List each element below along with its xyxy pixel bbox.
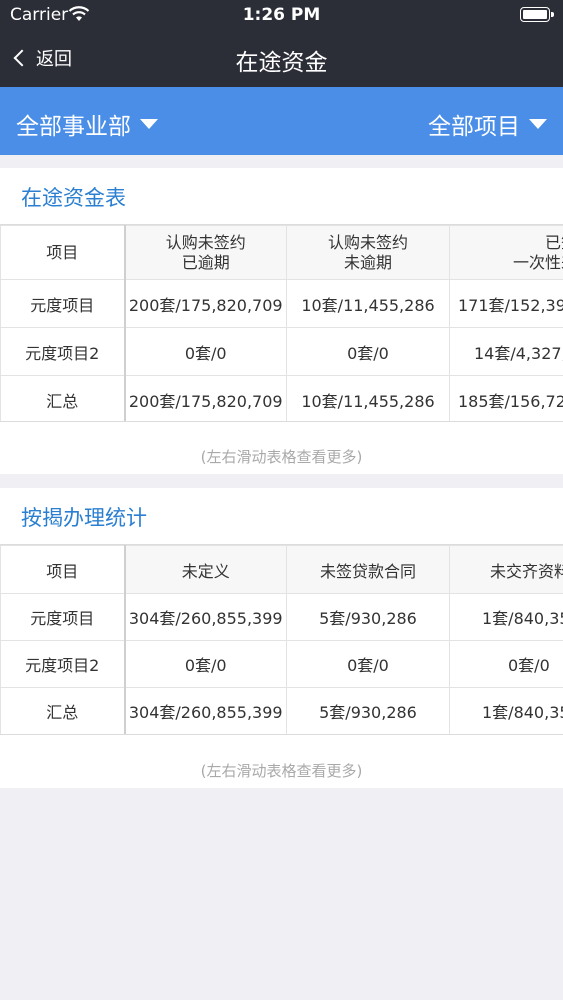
- table-cell: 10套/11,455,286: [286, 279, 450, 328]
- status-bar: Carrier 1:26 PM: [0, 0, 563, 30]
- table-cell: 200套/175,820,709: [124, 279, 287, 328]
- table-cell: 5套/930,286: [286, 687, 450, 734]
- table-cell: 10套/11,455,286: [286, 375, 450, 421]
- table-row[interactable]: 汇总 200套/175,820,709 10套/11,455,286 185套/…: [0, 375, 563, 421]
- clock: 1:26 PM: [242, 5, 321, 25]
- table-row[interactable]: 元度项目2 0套/0 0套/0 0套/0: [0, 640, 563, 688]
- table-row[interactable]: 元度项目2 0套/0 0套/0 14套/4,327,5: [0, 327, 563, 376]
- table-cell: 200套/175,820,709: [124, 375, 287, 421]
- funds-table: 项目 认购未签约已逾期 认购未签约未逾期 已签约一次性差额 元度项目 200套/…: [0, 225, 563, 421]
- table-cell: 304套/260,855,399: [124, 593, 287, 641]
- table-cell: 304套/260,855,399: [124, 687, 287, 734]
- column-header: 未定义: [124, 545, 287, 594]
- table-cell: 元度项目2: [0, 327, 126, 376]
- column-header: 未签贷款合同: [286, 545, 450, 594]
- table-cell: 0套/0: [124, 640, 287, 688]
- page-title: 在途资金: [235, 50, 328, 76]
- table-cell: 汇总: [0, 375, 126, 421]
- funds-in-transit-card: 在途资金表 项目 认购未签约已逾期 认购未签约未逾期 已签约一次性差额 元度项目…: [0, 168, 563, 474]
- mortgage-stats-card: 按揭办理统计 项目 未定义 未签贷款合同 未交齐资料 元度项目 304套/260…: [0, 488, 563, 788]
- department-label: 全部事业部: [16, 114, 131, 140]
- table-cell: 1套/840,35: [449, 593, 563, 641]
- table-cell: 14套/4,327,5: [449, 327, 563, 376]
- column-header: 已签约一次性差额: [449, 225, 563, 280]
- battery-icon: [520, 7, 554, 22]
- project-dropdown[interactable]: 全部项目: [428, 107, 547, 141]
- triangle-down-icon: [140, 119, 158, 129]
- table-header-row: 项目 认购未签约已逾期 认购未签约未逾期 已签约一次性差额: [0, 225, 563, 280]
- table-cell: 1套/840,35: [449, 687, 563, 734]
- table-cell: 元度项目: [0, 593, 126, 641]
- table-cell: 0套/0: [449, 640, 563, 688]
- column-header: 项目: [0, 545, 126, 594]
- table-cell: 0套/0: [286, 640, 450, 688]
- table-cell: 171套/152,395: [449, 279, 563, 328]
- funds-table-scroll[interactable]: 项目 认购未签约已逾期 认购未签约未逾期 已签约一次性差额 元度项目 200套/…: [0, 224, 563, 422]
- table-row[interactable]: 汇总 304套/260,855,399 5套/930,286 1套/840,35: [0, 687, 563, 734]
- filter-bar: 全部事业部 全部项目: [0, 87, 563, 155]
- project-label: 全部项目: [428, 114, 520, 140]
- column-header: 认购未签约 已逾期: [124, 225, 287, 280]
- table-row[interactable]: 元度项目 304套/260,855,399 5套/930,286 1套/840,…: [0, 593, 563, 641]
- column-header: 项目: [0, 225, 126, 280]
- table-row[interactable]: 元度项目 200套/175,820,709 10套/11,455,286 171…: [0, 279, 563, 328]
- mortgage-table-scroll[interactable]: 项目 未定义 未签贷款合同 未交齐资料 元度项目 304套/260,855,39…: [0, 544, 563, 735]
- mortgage-table: 项目 未定义 未签贷款合同 未交齐资料 元度项目 304套/260,855,39…: [0, 545, 563, 734]
- section-title: 在途资金表: [21, 186, 126, 210]
- table-cell: 185套/156,723: [449, 375, 563, 421]
- column-header: 认购未签约 未逾期: [286, 225, 450, 280]
- table-cell: 5套/930,286: [286, 593, 450, 641]
- nav-bar: 返回 在途资金: [0, 30, 563, 87]
- scroll-hint: (左右滑动表格查看更多): [200, 762, 363, 780]
- section-title: 按揭办理统计: [21, 506, 147, 530]
- scroll-hint: (左右滑动表格查看更多): [200, 448, 363, 466]
- table-cell: 元度项目: [0, 279, 126, 328]
- department-dropdown[interactable]: 全部事业部: [16, 107, 158, 141]
- table-cell: 元度项目2: [0, 640, 126, 688]
- column-header: 未交齐资料: [449, 545, 563, 594]
- table-cell: 0套/0: [286, 327, 450, 376]
- triangle-down-icon: [529, 119, 547, 129]
- table-cell: 0套/0: [124, 327, 287, 376]
- table-header-row: 项目 未定义 未签贷款合同 未交齐资料: [0, 545, 563, 594]
- table-cell: 汇总: [0, 687, 126, 734]
